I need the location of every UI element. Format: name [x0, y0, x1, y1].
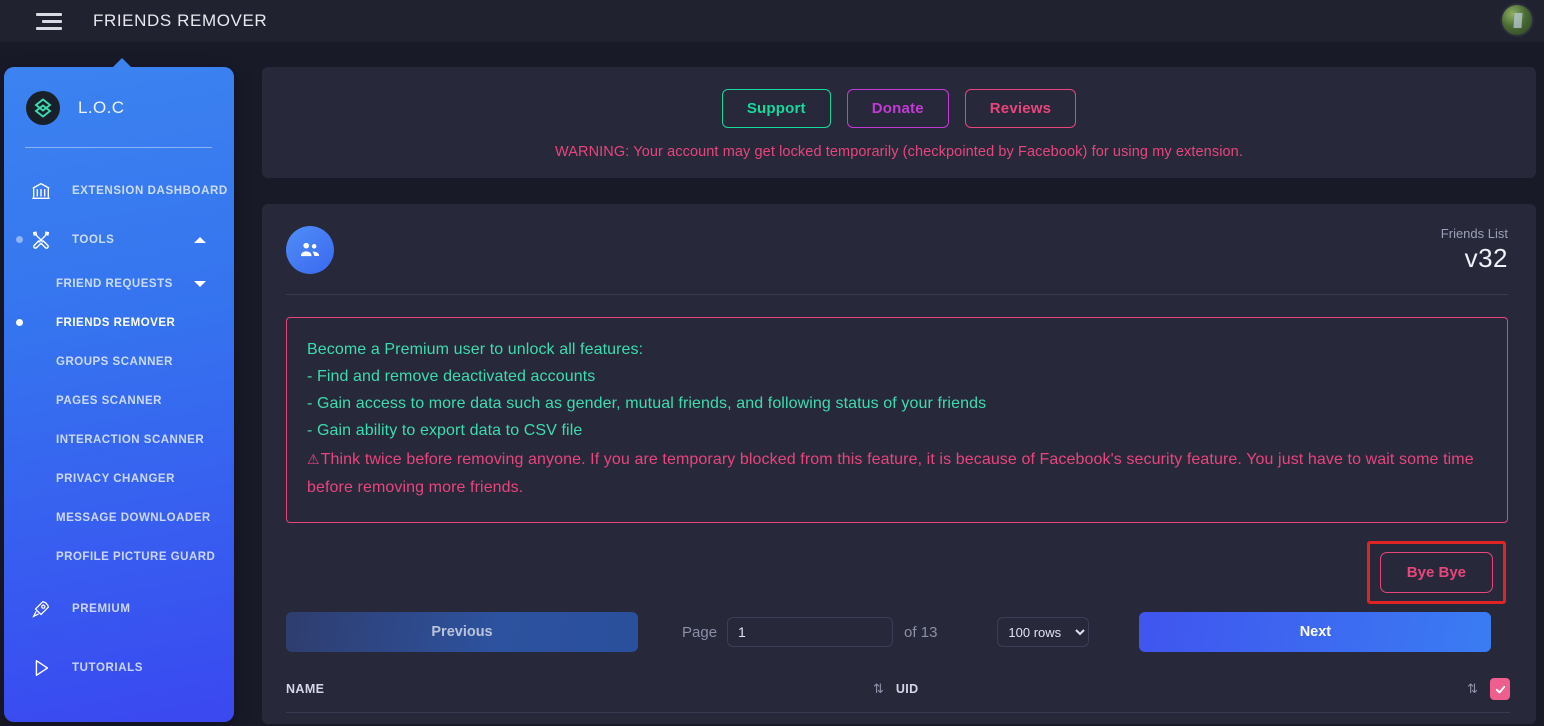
select-all-checkbox[interactable]	[1490, 678, 1510, 700]
premium-warning-text: Think twice before removing anyone. If y…	[307, 451, 1474, 496]
main-content: Support Donate Reviews WARNING: Your acc…	[262, 67, 1536, 724]
sidebar-item-label: PROFILE PICTURE GUARD	[56, 551, 215, 563]
header-divider	[286, 294, 1508, 295]
friends-list-card: Friends List v32 Become a Premium user t…	[262, 204, 1536, 724]
sidebar-brand[interactable]: L.O.C	[4, 85, 234, 125]
rocket-icon	[26, 598, 56, 620]
version-value: v32	[1441, 243, 1508, 274]
avatar[interactable]	[1500, 3, 1534, 37]
rows-per-page-select[interactable]: 100 rows	[997, 617, 1089, 647]
tools-icon	[26, 229, 56, 251]
sidebar-item-friend-requests[interactable]: FRIEND REQUESTS	[4, 264, 234, 303]
app-root: FRIENDS REMOVER L.O.C	[0, 0, 1544, 726]
sidebar-item-premium[interactable]: PREMIUM	[4, 584, 234, 633]
chevron-down-icon[interactable]	[194, 281, 206, 287]
sidebar-item-extension-dashboard[interactable]: EXTENSION DASHBOARD	[4, 166, 234, 215]
notice-card: Support Donate Reviews WARNING: Your acc…	[262, 67, 1536, 178]
reviews-button[interactable]: Reviews	[965, 89, 1076, 128]
column-header-uid[interactable]: UID	[896, 682, 919, 696]
sidebar-item-privacy-changer[interactable]: PRIVACY CHANGER	[4, 459, 234, 498]
hamburger-icon[interactable]	[28, 6, 62, 36]
sidebar-item-tutorials[interactable]: TUTORIALS	[4, 643, 234, 692]
bye-bye-area: Bye Bye	[280, 541, 1506, 604]
friends-table-header: NAME ⇅ UID ⇅	[286, 678, 1510, 713]
column-header-name[interactable]: NAME	[286, 682, 324, 696]
brand-name: L.O.C	[78, 98, 124, 118]
sidebar-nav: EXTENSION DASHBOARD TOOLS FRIEND REQUEST…	[4, 166, 234, 692]
sidebar-item-label: GROUPS SCANNER	[56, 356, 173, 368]
sidebar-item-label: PRIVACY CHANGER	[56, 473, 175, 485]
sidebar-item-label: TOOLS	[72, 234, 114, 246]
notice-button-row: Support Donate Reviews	[262, 89, 1536, 128]
people-group-icon	[286, 226, 334, 274]
premium-heading: Become a Premium user to unlock all feat…	[307, 336, 1487, 363]
sidebar-item-interaction-scanner[interactable]: INTERACTION SCANNER	[4, 420, 234, 459]
premium-warning-row: ⚠Think twice before removing anyone. If …	[307, 445, 1487, 502]
sidebar-item-label: FRIENDS REMOVER	[56, 317, 175, 329]
chevron-up-icon[interactable]	[194, 237, 206, 243]
sidebar: L.O.C EXTENSION DASHBOARD	[4, 67, 234, 722]
support-button[interactable]: Support	[722, 89, 831, 128]
premium-bullet: - Gain ability to export data to CSV fil…	[307, 417, 1487, 444]
loc-logo-icon	[26, 91, 60, 125]
page-label: Page	[682, 624, 717, 641]
friends-list-label: Friends List	[1441, 226, 1508, 241]
page-input[interactable]	[727, 617, 893, 647]
bullet-indicator	[16, 236, 23, 243]
page-total-label: of 13	[904, 624, 937, 641]
sidebar-item-label: MESSAGE DOWNLOADER	[56, 512, 211, 524]
sidebar-item-label: EXTENSION DASHBOARD	[72, 185, 228, 197]
next-button[interactable]: Next	[1139, 612, 1491, 652]
top-bar: FRIENDS REMOVER	[0, 0, 1544, 42]
account-warning-text: WARNING: Your account may get locked tem…	[262, 144, 1536, 160]
premium-bullet: - Gain access to more data such as gende…	[307, 390, 1487, 417]
warning-triangle-icon: ⚠	[307, 451, 320, 467]
previous-button[interactable]: Previous	[286, 612, 638, 652]
bank-icon	[26, 180, 56, 202]
sidebar-divider	[25, 147, 212, 148]
sidebar-item-message-downloader[interactable]: MESSAGE DOWNLOADER	[4, 498, 234, 537]
page-title: FRIENDS REMOVER	[93, 11, 267, 31]
sidebar-item-pages-scanner[interactable]: PAGES SCANNER	[4, 381, 234, 420]
friends-list-header: Friends List v32	[280, 226, 1518, 274]
sort-updown-icon[interactable]: ⇅	[873, 681, 884, 697]
premium-bullet: - Find and remove deactivated accounts	[307, 363, 1487, 390]
play-icon	[26, 657, 56, 679]
sort-updown-icon[interactable]: ⇅	[1467, 681, 1478, 697]
version-block: Friends List v32	[1441, 226, 1518, 274]
bullet-indicator-active	[16, 319, 23, 326]
bye-bye-button[interactable]: Bye Bye	[1380, 552, 1493, 593]
sidebar-item-friends-remover[interactable]: FRIENDS REMOVER	[4, 303, 234, 342]
bye-bye-highlight-box: Bye Bye	[1367, 541, 1506, 604]
pagination-bar: Previous Page of 13 100 rows Next	[286, 612, 1508, 652]
sidebar-item-label: PREMIUM	[72, 603, 131, 615]
sidebar-item-label: TUTORIALS	[72, 662, 143, 674]
premium-notice-box: Become a Premium user to unlock all feat…	[286, 317, 1508, 523]
sidebar-item-label: FRIEND REQUESTS	[56, 278, 173, 290]
sidebar-item-groups-scanner[interactable]: GROUPS SCANNER	[4, 342, 234, 381]
sidebar-item-label: INTERACTION SCANNER	[56, 434, 204, 446]
sidebar-item-tools[interactable]: TOOLS	[4, 215, 234, 264]
donate-button[interactable]: Donate	[847, 89, 949, 128]
sidebar-item-profile-picture-guard[interactable]: PROFILE PICTURE GUARD	[4, 537, 234, 576]
sidebar-item-label: PAGES SCANNER	[56, 395, 162, 407]
